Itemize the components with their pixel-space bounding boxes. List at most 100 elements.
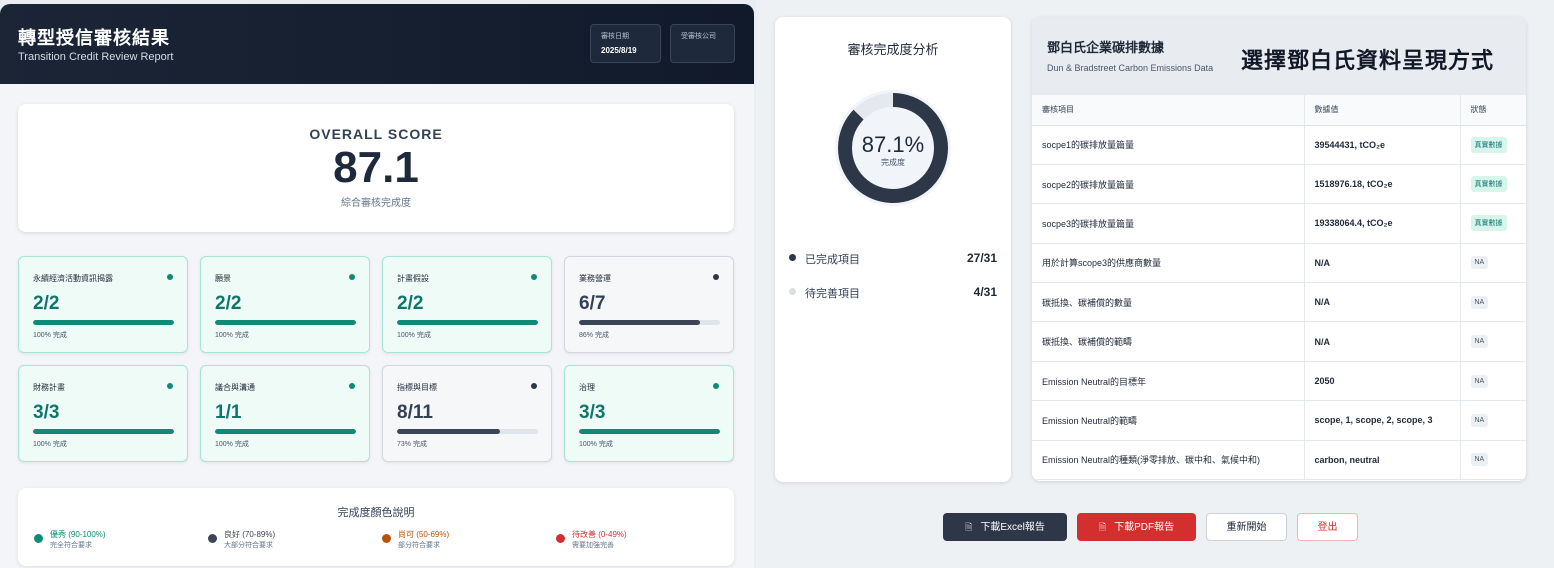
logout-label: 登出 [1317,522,1338,533]
status-badge: 真實數據 [1470,176,1507,193]
status-dot [349,274,355,280]
category-card: 業務營運 6/7 86% 完成 [564,256,734,353]
report-header: 轉型授信審核結果 Transition Credit Review Report… [0,4,754,84]
color-legend: 完成度顏色說明 優秀 (90-100%) 完全符合要求 良好 (70-89%) … [18,488,734,566]
download-pdf-label: 下載PDF報告 [1114,522,1175,533]
dnb-display-heading: 選擇鄧白氏資料呈現方式 [1241,48,1495,73]
row-value: 39544431, tCO₂e [1303,125,1460,165]
progress-bar [215,429,356,434]
pending-value: 4/31 [973,285,997,299]
review-date-value: 2025/8/19 [601,46,637,55]
pending-label: 待完善項目 [805,288,860,300]
download-excel-button[interactable]: 🗎 下載Excel報告 [943,513,1067,541]
completion-analysis-card: 審核完成度分析 87.1% 完成度 已完成項目 27/31 待完善項目 4/31 [775,17,1011,482]
dnb-title: 鄧白氏企業碳排數據 [1047,40,1165,55]
completed-value: 27/31 [966,251,997,265]
table-row: 碳抵換、碳補償的範疇 N/A NA [1032,321,1526,362]
category-name: 永續經濟活動資訊揭露 [33,274,113,283]
status-badge: NA [1470,256,1489,270]
legend-desc: 大部分符合要求 [224,542,273,549]
status-dot [531,274,537,280]
category-card: 指標與目標 8/11 73% 完成 [382,365,552,462]
category-card: 願景 2/2 100% 完成 [200,256,370,353]
report-subtitle: Transition Credit Review Report [18,51,174,63]
table-row: 碳抵換、碳補償的數量 N/A NA [1032,282,1526,323]
download-excel-label: 下載Excel報告 [980,522,1045,533]
status-badge: NA [1470,374,1489,388]
table-header-row: 審核項目 數據值 狀態 [1032,95,1526,126]
restart-button[interactable]: 重新開始 [1206,513,1287,541]
overall-score-card: OVERALL SCORE 87.1 綜合審核完成度 [18,104,734,232]
file-icon: 🗎 [965,522,973,532]
category-percent: 73% 完成 [397,441,427,448]
row-value: carbon, neutral [1303,440,1460,481]
table-row: socpe1的碳排放量篇量 39544431, tCO₂e 真實數據 [1032,125,1526,165]
table-row: socpe2的碳排放量篇量 1518976.18, tCO₂e 真實數據 [1032,164,1526,205]
row-item: Emission Neutral的種類(淨零排放、碳中和、氣候中和) [1032,440,1304,481]
column-header-item: 審核項目 [1032,95,1304,126]
restart-label: 重新開始 [1226,522,1267,533]
analysis-title: 審核完成度分析 [847,42,939,57]
row-item: Emission Neutral的目標年 [1032,361,1304,402]
row-status-cell: NA [1459,243,1526,284]
category-card: 永續經濟活動資訊揭露 2/2 100% 完成 [18,256,188,353]
status-badge: NA [1470,335,1489,349]
company-label: 受審核公司 [681,33,716,40]
row-status-cell: 真實數據 [1459,164,1526,205]
review-date-box: 審核日期 2025/8/19 [590,24,661,63]
download-pdf-button[interactable]: 🗎 下載PDF報告 [1077,513,1196,541]
detail-panel: 審核完成度分析 87.1% 完成度 已完成項目 27/31 待完善項目 4/31… [756,0,1554,568]
completed-dot [789,254,796,261]
progress-fill [33,429,174,434]
category-score: 2/2 [33,293,60,314]
row-item: socpe2的碳排放量篇量 [1032,164,1304,205]
progress-bar [579,320,720,325]
category-card: 治理 3/3 100% 完成 [564,365,734,462]
progress-bar [579,429,720,434]
category-percent: 100% 完成 [215,441,249,448]
category-score: 8/11 [397,402,433,423]
status-badge: NA [1470,453,1489,467]
progress-fill [579,320,701,325]
progress-fill [33,320,174,325]
category-percent: 100% 完成 [33,332,67,339]
row-value: N/A [1303,282,1460,323]
report-title: 轉型授信審核結果 [18,28,170,48]
completed-label: 已完成項目 [805,254,860,266]
legend-label: 良好 (70-89%) [224,530,276,539]
category-percent: 100% 完成 [397,332,431,339]
row-value: 1518976.18, tCO₂e [1303,164,1460,205]
legend-label: 尚可 (50-69%) [398,530,450,539]
category-name: 願景 [215,274,231,283]
progress-bar [33,320,174,325]
row-status-cell: NA [1459,361,1526,402]
category-percent: 100% 完成 [579,441,613,448]
progress-bar [33,429,174,434]
category-name: 財務計畫 [33,383,65,392]
row-value: N/A [1303,243,1460,284]
progress-fill [215,320,356,325]
progress-fill [579,429,720,434]
row-item: 碳抵換、碳補償的範疇 [1032,321,1304,362]
logout-button[interactable]: 登出 [1297,513,1358,541]
dnb-subtitle: Dun & Bradstreet Carbon Emissions Data [1047,63,1214,73]
category-percent: 100% 完成 [215,332,249,339]
dnb-emissions-card: 鄧白氏企業碳排數據 Dun & Bradstreet Carbon Emissi… [1032,17,1526,481]
donut-percent: 87.1% [861,132,925,157]
table-row: Emission Neutral的目標年 2050 NA [1032,361,1526,402]
legend-desc: 需要加強完善 [572,542,614,549]
row-item: Emission Neutral的範疇 [1032,400,1304,441]
status-badge: 真實數據 [1470,136,1507,153]
emissions-table: 審核項目 數據值 狀態 socpe1的碳排放量篇量 39544431, tCO₂… [1032,95,1526,481]
status-dot [167,274,173,280]
category-score: 6/7 [579,293,606,314]
status-dot [167,383,173,389]
dnb-header: 鄧白氏企業碳排數據 Dun & Bradstreet Carbon Emissi… [1032,17,1526,95]
company-box: 受審核公司 [670,24,735,63]
row-status-cell: 真實數據 [1459,203,1526,244]
legend-dot [382,534,391,543]
row-value: N/A [1303,321,1460,362]
row-item: 碳抵換、碳補償的數量 [1032,282,1304,323]
overall-score-desc: 綜合審核完成度 [341,198,411,209]
overall-score-label: OVERALL SCORE [309,126,443,142]
